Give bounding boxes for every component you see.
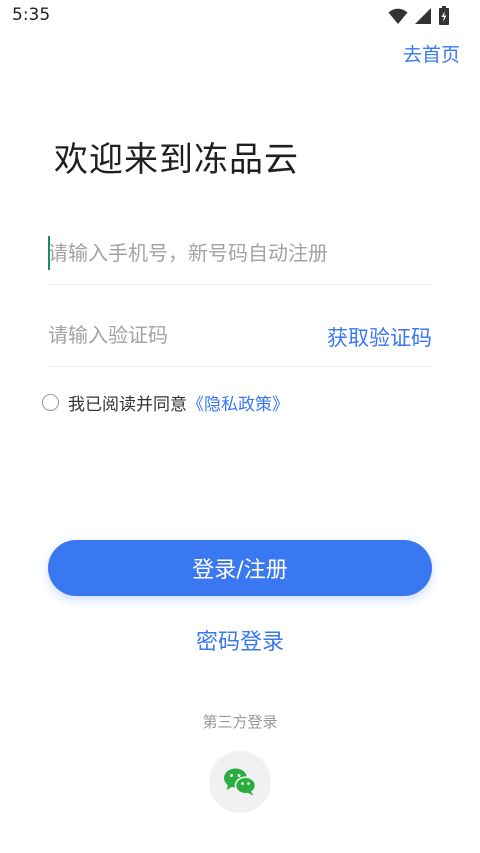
signal-icon <box>415 8 431 24</box>
password-login-link[interactable]: 密码登录 <box>0 624 480 656</box>
status-icons <box>388 6 450 26</box>
login-register-button[interactable]: 登录/注册 <box>48 540 432 596</box>
third-party-login-label: 第三方登录 <box>202 713 278 731</box>
get-code-button[interactable]: 获取验证码 <box>327 322 432 352</box>
wechat-login-button[interactable] <box>209 751 271 813</box>
verification-code-input[interactable] <box>48 304 308 366</box>
phone-input[interactable] <box>48 222 432 284</box>
agreement-radio[interactable] <box>42 394 59 411</box>
phone-field <box>48 222 432 285</box>
privacy-policy-link[interactable]: 《隐私政策》 <box>187 395 289 415</box>
battery-icon <box>439 6 449 25</box>
wifi-icon <box>388 8 408 24</box>
text-cursor <box>48 236 50 270</box>
code-field: 获取验证码 <box>48 304 432 367</box>
wechat-icon <box>224 768 257 796</box>
agreement-row: 我已阅读并同意《隐私政策》 <box>42 390 289 415</box>
agreement-text: 我已阅读并同意 <box>68 395 187 415</box>
status-time: 5:35 <box>12 5 51 25</box>
go-home-link[interactable]: 去首页 <box>403 40 460 67</box>
page-title: 欢迎来到冻品云 <box>54 140 299 180</box>
status-bar: 5:35 <box>0 0 480 32</box>
